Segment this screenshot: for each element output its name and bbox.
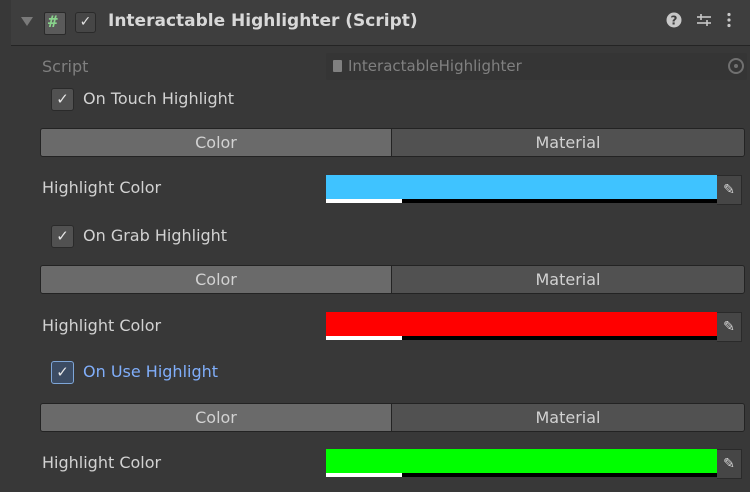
grab-highlight-color-label: Highlight Color bbox=[42, 316, 162, 335]
use-color-fill bbox=[326, 449, 717, 473]
grab-color-swatch[interactable] bbox=[326, 312, 717, 340]
touch-material-tab[interactable]: Material bbox=[392, 129, 744, 156]
use-color-swatch[interactable] bbox=[326, 449, 717, 477]
touch-alpha-fill bbox=[326, 199, 402, 203]
on-touch-highlight-label: On Touch Highlight bbox=[83, 89, 235, 108]
use-color-tab[interactable]: Color bbox=[41, 404, 392, 431]
eyedropper-icon[interactable]: ✎ bbox=[717, 175, 742, 205]
grab-alpha-fill bbox=[326, 336, 402, 340]
eyedropper-icon[interactable]: ✎ bbox=[717, 449, 742, 479]
on-use-highlight-label: On Use Highlight bbox=[83, 362, 219, 381]
presets-icon[interactable] bbox=[695, 12, 713, 33]
grab-material-tab[interactable]: Material bbox=[392, 266, 744, 293]
component-header[interactable]: # ✓ Interactable Highlighter (Script) ? bbox=[11, 0, 750, 46]
touch-mode-tabs: Color Material bbox=[40, 128, 745, 157]
on-grab-highlight-checkbox[interactable]: ✓ bbox=[51, 225, 74, 248]
component-enabled-checkbox[interactable]: ✓ bbox=[75, 12, 96, 33]
on-touch-highlight-checkbox[interactable]: ✓ bbox=[51, 88, 74, 111]
script-file-icon bbox=[333, 60, 342, 72]
use-material-tab[interactable]: Material bbox=[392, 404, 744, 431]
touch-color-swatch[interactable] bbox=[326, 175, 717, 203]
foldout-arrow-icon[interactable] bbox=[21, 17, 33, 26]
on-use-highlight-checkbox[interactable]: ✓ bbox=[51, 361, 74, 384]
component-title: Interactable Highlighter (Script) bbox=[108, 11, 418, 31]
touch-color-fill bbox=[326, 175, 717, 199]
eyedropper-icon[interactable]: ✎ bbox=[717, 312, 742, 342]
script-value: InteractableHighlighter bbox=[348, 57, 522, 75]
script-icon: # bbox=[44, 12, 66, 35]
touch-color-tab[interactable]: Color bbox=[41, 129, 392, 156]
grab-color-fill bbox=[326, 312, 717, 336]
svg-text:?: ? bbox=[671, 14, 678, 28]
script-field[interactable]: InteractableHighlighter bbox=[326, 53, 747, 80]
touch-highlight-color-label: Highlight Color bbox=[42, 178, 162, 197]
grab-color-tab[interactable]: Color bbox=[41, 266, 392, 293]
help-icon[interactable]: ? bbox=[665, 12, 683, 33]
on-grab-highlight-label: On Grab Highlight bbox=[83, 226, 228, 245]
object-picker-icon[interactable] bbox=[728, 58, 744, 74]
grab-mode-tabs: Color Material bbox=[40, 265, 745, 294]
script-label: Script bbox=[42, 57, 89, 76]
use-highlight-color-label: Highlight Color bbox=[42, 453, 162, 472]
use-alpha-fill bbox=[326, 473, 402, 477]
inspector-panel: # ✓ Interactable Highlighter (Script) ? … bbox=[11, 0, 750, 492]
menu-icon[interactable] bbox=[723, 12, 735, 33]
use-mode-tabs: Color Material bbox=[40, 403, 745, 432]
